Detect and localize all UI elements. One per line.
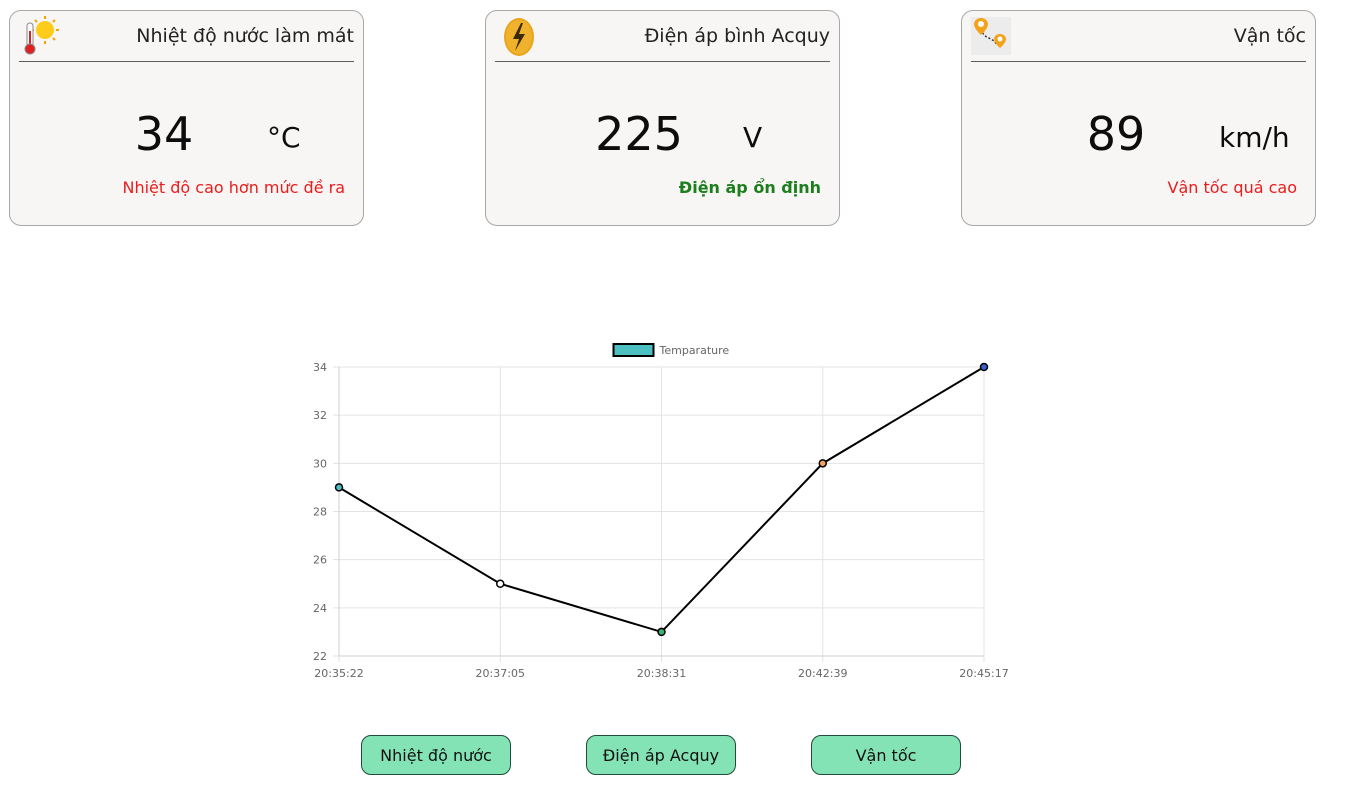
y-tick-label: 30 [313,457,327,470]
temperature-chart: 22 24 26 28 30 32 34 20:35:22 20:37:05 20:38:31 20… [300,335,1020,690]
card-title: Vận tốc [1233,25,1306,47]
thermometer-sun-icon [19,15,61,57]
speed-button[interactable]: Vận tốc [811,735,961,775]
x-tick-label: 20:45:17 [959,667,1008,680]
voltage-value: 225 [595,107,683,161]
speed-unit: km/h [1219,121,1290,154]
y-tick-label: 28 [313,506,327,519]
card-header: Điện áp bình Acquy [495,11,830,62]
legend-label: Temparature [659,344,730,357]
speed-status: Vận tốc quá cao [1167,178,1298,197]
x-tick-label: 20:37:05 [476,667,525,680]
y-tick-label: 24 [313,602,327,615]
x-tick-label: 20:35:22 [314,667,363,680]
data-point [818,459,827,468]
card-title: Nhiệt độ nước làm mát [136,25,354,47]
voltage-status: Điện áp ổn định [678,178,821,197]
data-point [496,579,505,588]
coolant-temperature-card: Nhiệt độ nước làm mát 34 °C Nhiệt độ cao… [9,10,364,226]
temperature-status: Nhiệt độ cao hơn mức đề ra [122,178,346,197]
voltage-button[interactable]: Điện áp Acquy [586,735,736,775]
y-tick-label: 32 [313,409,327,422]
data-point [979,362,989,372]
battery-voltage-card: Điện áp bình Acquy 225 V Điện áp ổn định [485,10,840,226]
card-header: Nhiệt độ nước làm mát [19,11,354,62]
data-point [334,483,344,492]
voltage-unit: V [743,121,763,154]
speed-value: 89 [1086,107,1146,161]
lightning-bolt-icon [495,15,537,57]
temperature-button[interactable]: Nhiệt độ nước [361,735,511,775]
y-tick-label: 34 [313,361,327,374]
y-tick-label: 26 [313,554,327,567]
data-point [657,627,666,637]
x-tick-label: 20:42:39 [798,667,847,680]
map-route-pins-icon [971,15,1013,57]
y-tick-label: 22 [313,650,327,663]
legend-swatch [612,343,655,357]
temperature-value: 34 [134,107,194,161]
temperature-unit: °C [267,121,301,154]
speed-card: Vận tốc 89 km/h Vận tốc quá cao [961,10,1316,226]
card-title: Điện áp bình Acquy [644,25,830,47]
card-header: Vận tốc [971,11,1306,62]
x-tick-label: 20:38:31 [637,667,686,680]
chart-svg: 22 24 26 28 30 32 34 20:35:22 20:37:05 20:38:31 20… [313,343,1009,680]
